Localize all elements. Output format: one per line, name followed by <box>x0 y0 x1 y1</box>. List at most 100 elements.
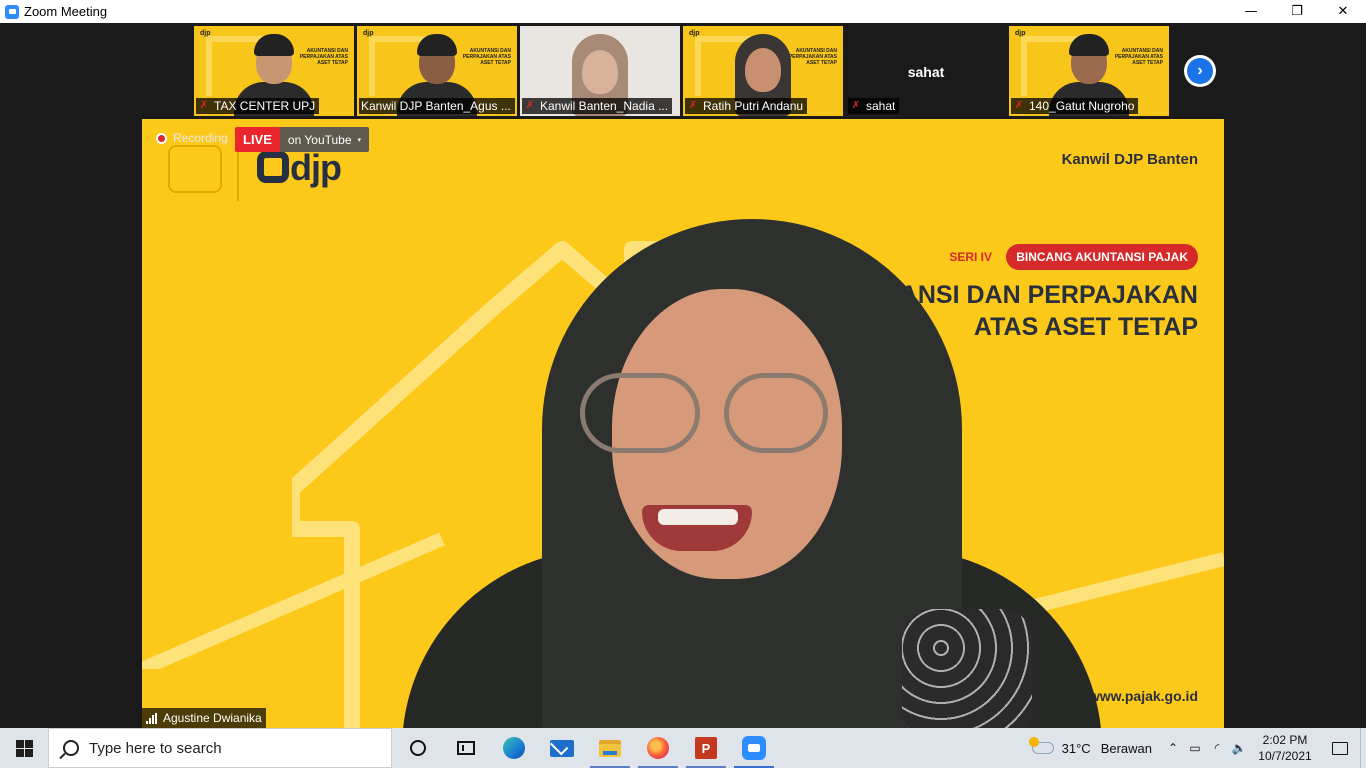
search-input[interactable] <box>89 739 369 757</box>
participant-name-bar: ✗ TAX CENTER UPJ <box>196 98 320 114</box>
mic-muted-icon: ✗ <box>1014 100 1024 111</box>
emblem-logo <box>168 145 222 193</box>
participant-display-name: sahat <box>907 64 945 80</box>
weather-widget[interactable]: 31°C Berawan <box>1028 737 1152 756</box>
clock[interactable]: 2:02 PM 10/7/2021 <box>1250 732 1320 764</box>
window-title: Zoom Meeting <box>24 4 108 19</box>
notification-icon <box>1332 741 1348 755</box>
taskbar-search[interactable] <box>48 728 392 768</box>
speaker-name: Agustine Dwianika <box>163 711 262 725</box>
title-bar: Zoom Meeting — ❐ ✕ <box>0 0 1366 23</box>
windows-icon <box>15 739 33 757</box>
partly-cloudy-icon <box>1028 737 1054 754</box>
participant-tile[interactable]: sahat ✗ sahat <box>846 26 1006 116</box>
firefox-icon <box>647 737 669 759</box>
edge-icon <box>503 737 525 759</box>
weather-temperature: 31°C <box>1061 740 1091 756</box>
participant-name: Kanwil Banten_Nadia ... <box>540 99 669 113</box>
mic-muted-icon: ✗ <box>525 100 535 111</box>
live-stream-control[interactable]: LIVE on YouTube ▾ <box>235 127 370 152</box>
record-icon <box>156 132 167 144</box>
participant-name: 140_Gatut Nugroho <box>1029 99 1135 113</box>
weather-condition: Berawan <box>1100 740 1152 756</box>
powerpoint-icon: P <box>695 737 717 759</box>
clock-date: 10/7/2021 <box>1258 749 1312 763</box>
meeting-area: djp AKUNTANSI DAN PERPAJAKAN ATAS ASET T… <box>0 23 1366 728</box>
participant-tile[interactable]: djp AKUNTANSI DAN PERPAJAKAN ATAS ASET T… <box>194 26 354 116</box>
participant-tile[interactable]: djp AKUNTANSI DAN PERPAJAKAN ATAS ASET T… <box>683 26 843 116</box>
edge-button[interactable] <box>490 728 538 768</box>
participant-face <box>582 50 618 94</box>
speaker-teeth <box>658 509 738 525</box>
next-page-button[interactable]: › <box>1184 55 1216 87</box>
network-icon[interactable]: ◜ <box>1206 728 1228 768</box>
volume-icon[interactable]: 🔈 <box>1228 728 1250 768</box>
glasses-left-lens <box>580 373 700 453</box>
website-label: www.pajak.go.id <box>1088 688 1198 704</box>
show-desktop-button[interactable] <box>1360 728 1366 768</box>
recording-indicator[interactable]: Recording <box>156 131 228 145</box>
djp-logo: djp <box>257 147 342 189</box>
logo-divider <box>237 149 239 201</box>
participant-hair <box>254 34 294 56</box>
chevron-right-icon: › <box>1187 58 1213 84</box>
headset-icon <box>417 34 457 56</box>
participant-name: Kanwil DJP Banten_Agus ... <box>361 99 511 113</box>
taskbar: P 31°C Berawan ⌃ ▭ ◜ 🔈 2:02 PM 10/7/2021 <box>0 728 1366 768</box>
window-controls: — ❐ ✕ <box>1228 0 1366 23</box>
live-badge: LIVE <box>235 127 280 152</box>
search-icon <box>63 740 79 756</box>
task-view-button[interactable] <box>442 728 490 768</box>
participant-hair <box>1069 34 1109 56</box>
zoom-button[interactable] <box>730 728 778 768</box>
clothing-pattern <box>902 609 1032 728</box>
signal-bars-icon <box>146 712 158 724</box>
cortana-button[interactable] <box>394 728 442 768</box>
glasses-right-lens <box>724 373 828 453</box>
participant-name-bar: Kanwil DJP Banten_Agus ... <box>359 98 515 114</box>
participant-tile[interactable]: djp AKUNTANSI DAN PERPAJAKAN ATAS ASET T… <box>357 26 517 116</box>
mini-logo: djp <box>689 30 700 37</box>
speaker-name-bar: Agustine Dwianika <box>142 708 266 728</box>
mic-muted-icon: ✗ <box>199 100 209 111</box>
participant-name-bar: ✗ sahat <box>848 98 900 114</box>
participant-name-bar: ✗ 140_Gatut Nugroho <box>1011 98 1139 114</box>
start-button[interactable] <box>0 728 48 768</box>
participant-face <box>745 48 781 92</box>
cortana-icon <box>410 740 426 756</box>
maximize-button[interactable]: ❐ <box>1274 0 1320 23</box>
clock-time: 2:02 PM <box>1262 733 1308 747</box>
powerpoint-button[interactable]: P <box>682 728 730 768</box>
headline-line2: ATAS ASET TETAP <box>973 313 1198 341</box>
mini-logo: djp <box>200 30 211 37</box>
active-speaker-video[interactable]: djp Kanwil DJP Banten SERI IV BINCANG AK… <box>142 119 1224 728</box>
battery-icon[interactable]: ▭ <box>1184 728 1206 768</box>
mini-title: AKUNTANSI DAN PERPAJAKAN ATAS ASET TETAP <box>462 48 511 66</box>
minimize-button[interactable]: — <box>1228 0 1274 23</box>
series-label: SERI IV <box>949 250 992 264</box>
notifications-button[interactable] <box>1320 728 1360 768</box>
mini-title: AKUNTANSI DAN PERPAJAKAN ATAS ASET TETAP <box>299 48 348 66</box>
recording-label: Recording <box>173 131 228 145</box>
organization-label: Kanwil DJP Banten <box>1061 151 1198 168</box>
participant-tile[interactable]: ✗ Kanwil Banten_Nadia ... <box>520 26 680 116</box>
zoom-app-icon <box>5 4 19 19</box>
participant-name: Ratih Putri Andanu <box>703 99 804 113</box>
youtube-dropdown[interactable]: on YouTube ▾ <box>279 127 370 152</box>
close-button[interactable]: ✕ <box>1320 0 1366 23</box>
mini-logo: djp <box>363 30 374 37</box>
mic-muted-icon: ✗ <box>688 100 698 111</box>
participant-strip: djp AKUNTANSI DAN PERPAJAKAN ATAS ASET T… <box>194 26 1172 116</box>
mail-button[interactable] <box>538 728 586 768</box>
system-tray: 31°C Berawan ⌃ ▭ ◜ 🔈 2:02 PM 10/7/2021 <box>1028 728 1366 768</box>
file-explorer-button[interactable] <box>586 728 634 768</box>
participant-name: sahat <box>866 99 896 113</box>
participant-tile[interactable]: djp AKUNTANSI DAN PERPAJAKAN ATAS ASET T… <box>1009 26 1169 116</box>
dropdown-caret-icon: ▾ <box>357 136 362 144</box>
task-view-icon <box>457 741 475 755</box>
show-hidden-icons-button[interactable]: ⌃ <box>1162 728 1184 768</box>
zoom-icon <box>742 736 766 760</box>
firefox-button[interactable] <box>634 728 682 768</box>
program-badge: BINCANG AKUNTANSI PAJAK <box>1006 244 1198 270</box>
mail-icon <box>550 739 574 757</box>
